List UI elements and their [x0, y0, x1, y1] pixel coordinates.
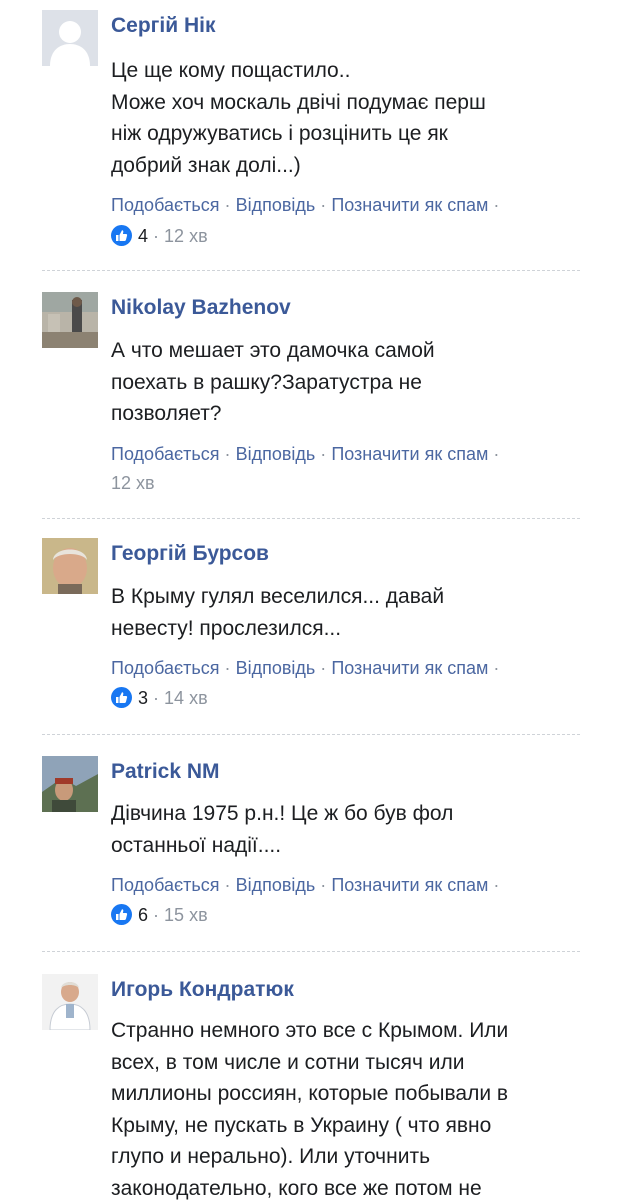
comment-line: добрий знак долі...)	[111, 150, 591, 182]
comment-text: А что мешает это дамочка самой поехать в…	[111, 335, 591, 430]
comment-line: Странно немного это все с Крымом. Или	[111, 1015, 591, 1047]
separator: ·	[153, 226, 159, 246]
comment-line: невесту! прослезился...	[111, 613, 591, 645]
separator: ·	[153, 688, 159, 708]
comment-author[interactable]: Игорь Кондратюк	[111, 978, 294, 1002]
separator: ·	[225, 195, 231, 215]
separator: ·	[225, 875, 231, 895]
default-avatar-icon[interactable]	[42, 10, 98, 66]
divider	[42, 518, 580, 519]
comment-line: глупо и нерально). Или уточнить	[111, 1141, 591, 1173]
avatar-photo[interactable]	[42, 756, 98, 812]
mark-spam-link[interactable]: Позначити як спам	[331, 195, 488, 215]
separator: ·	[225, 658, 231, 678]
comment-line: миллионы россиян, которые побывали в	[111, 1078, 591, 1110]
separator: ·	[320, 875, 326, 895]
avatar-photo[interactable]	[42, 292, 98, 348]
separator: ·	[320, 658, 326, 678]
comment-line: законодательно, кого все же потом не	[111, 1173, 591, 1204]
comment-author[interactable]: Георгій Бурсов	[111, 542, 269, 566]
like-link[interactable]: Подобається	[111, 875, 220, 895]
mark-spam-link[interactable]: Позначити як спам	[331, 875, 488, 895]
reaction-row: 6 · 15 хв	[111, 905, 208, 929]
time-row: 12 хв	[111, 473, 155, 497]
comment-author[interactable]: Nikolay Bazhenov	[111, 296, 291, 320]
comment-actions: Подобається · Відповідь · Позначити як с…	[111, 875, 499, 896]
like-link[interactable]: Подобається	[111, 658, 220, 678]
comment-time[interactable]: 14 хв	[164, 688, 208, 708]
comment-line: В Крыму гулял веселился... давай	[111, 581, 591, 613]
divider	[42, 270, 580, 271]
reply-link[interactable]: Відповідь	[236, 658, 316, 678]
comment-text: Це ще кому пощастило.. Може хоч москаль …	[111, 55, 591, 181]
separator: ·	[493, 444, 499, 464]
separator: ·	[153, 905, 159, 925]
separator: ·	[493, 195, 499, 215]
mark-spam-link[interactable]: Позначити як спам	[331, 658, 488, 678]
reply-link[interactable]: Відповідь	[236, 444, 316, 464]
like-count[interactable]: 3	[138, 688, 148, 708]
divider	[42, 951, 580, 952]
thumbs-up-icon[interactable]	[111, 687, 132, 708]
separator: ·	[320, 444, 326, 464]
separator: ·	[493, 875, 499, 895]
comment-line: всех, в том числе и сотни тысяч или	[111, 1047, 591, 1079]
comment-author[interactable]: Patrick NM	[111, 760, 220, 784]
comment-line: останньої надії....	[111, 830, 591, 862]
comment-time[interactable]: 12 хв	[164, 226, 208, 246]
comment-actions: Подобається · Відповідь · Позначити як с…	[111, 658, 499, 679]
separator: ·	[320, 195, 326, 215]
comment-line: Це ще кому пощастило..	[111, 55, 591, 87]
comment-text: В Крыму гулял веселился... давай невесту…	[111, 581, 591, 644]
divider	[42, 734, 580, 735]
comment-text: Странно немного это все с Крымом. Или вс…	[111, 1015, 591, 1204]
reaction-row: 4 · 12 хв	[111, 226, 208, 250]
comment-time[interactable]: 15 хв	[164, 905, 208, 925]
reply-link[interactable]: Відповідь	[236, 195, 316, 215]
like-link[interactable]: Подобається	[111, 444, 220, 464]
comment-line: Крыму, не пускать в Украину ( что явно	[111, 1110, 591, 1142]
separator: ·	[493, 658, 499, 678]
comment-line: позволяет?	[111, 398, 591, 430]
comment-line: Дівчина 1975 р.н.! Це ж бо був фол	[111, 798, 591, 830]
comment-line: ніж одружуватись і розцінить це як	[111, 118, 591, 150]
avatar-photo[interactable]	[42, 538, 98, 594]
comment-time[interactable]: 12 хв	[111, 473, 155, 493]
comment-actions: Подобається · Відповідь · Позначити як с…	[111, 195, 499, 216]
thumbs-up-icon[interactable]	[111, 225, 132, 246]
comment-line: А что мешает это дамочка самой	[111, 335, 591, 367]
comment-line: поехать в рашку?Заратустра не	[111, 367, 591, 399]
avatar-photo[interactable]	[42, 974, 98, 1030]
comment-actions: Подобається · Відповідь · Позначити як с…	[111, 444, 499, 465]
reply-link[interactable]: Відповідь	[236, 875, 316, 895]
like-count[interactable]: 6	[138, 905, 148, 925]
comment-author[interactable]: Сергій Нік	[111, 14, 216, 38]
comment-text: Дівчина 1975 р.н.! Це ж бо був фол остан…	[111, 798, 591, 861]
comment-line: Може хоч москаль двічі подумає перш	[111, 87, 591, 119]
thumbs-up-icon[interactable]	[111, 904, 132, 925]
like-link[interactable]: Подобається	[111, 195, 220, 215]
mark-spam-link[interactable]: Позначити як спам	[331, 444, 488, 464]
reaction-row: 3 · 14 хв	[111, 688, 208, 712]
like-count[interactable]: 4	[138, 226, 148, 246]
separator: ·	[225, 444, 231, 464]
